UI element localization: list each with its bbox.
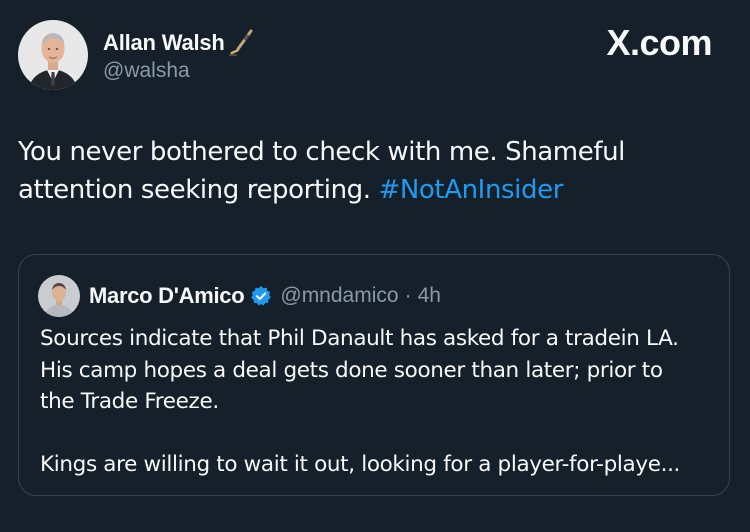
tweet-text: You never bothered to check with me. Sha… (18, 133, 718, 209)
quoted-author-handle[interactable]: @mndamico (280, 284, 398, 308)
hashtag-link[interactable]: #NotAnInsider (378, 175, 563, 205)
quoted-tweet-text: Sources indicate that Phil Danault has a… (40, 323, 720, 481)
quoted-tweet-timestamp[interactable]: 4h (418, 284, 441, 308)
quoted-tweet-line: the Trade Freeze. (40, 389, 219, 414)
quoted-tweet-truncated-line: Kings are willing to wait it out, lookin… (40, 452, 681, 477)
separator-dot: · (404, 284, 412, 307)
quoted-author-display-name[interactable]: Marco D'Amico (89, 283, 245, 309)
verified-badge-icon (250, 285, 272, 307)
brand-logo: X.com (606, 22, 712, 64)
brand-label: X.com (606, 22, 712, 63)
quoted-author-avatar[interactable] (38, 275, 80, 317)
author-names: Allan Walsh @walsha (103, 28, 257, 83)
quoted-tweet[interactable]: Marco D'Amico @mndamico · 4h Sources ind… (18, 254, 730, 496)
tweet-card: Allan Walsh @walsha X.com You never both… (0, 0, 750, 532)
quoted-tweet-line: Sources indicate that Phil Danault has a… (40, 326, 679, 351)
tweet-header: Allan Walsh @walsha (18, 20, 257, 90)
quoted-tweet-line: His camp hopes a deal gets done sooner t… (40, 357, 663, 383)
quoted-tweet-header: Marco D'Amico @mndamico · 4h (38, 275, 441, 317)
author-handle[interactable]: @walsha (103, 59, 257, 83)
author-display-name[interactable]: Allan Walsh (103, 30, 225, 56)
author-avatar[interactable] (18, 20, 88, 90)
author-name-row: Allan Walsh (103, 28, 257, 58)
hockey-stick-icon (227, 28, 257, 58)
